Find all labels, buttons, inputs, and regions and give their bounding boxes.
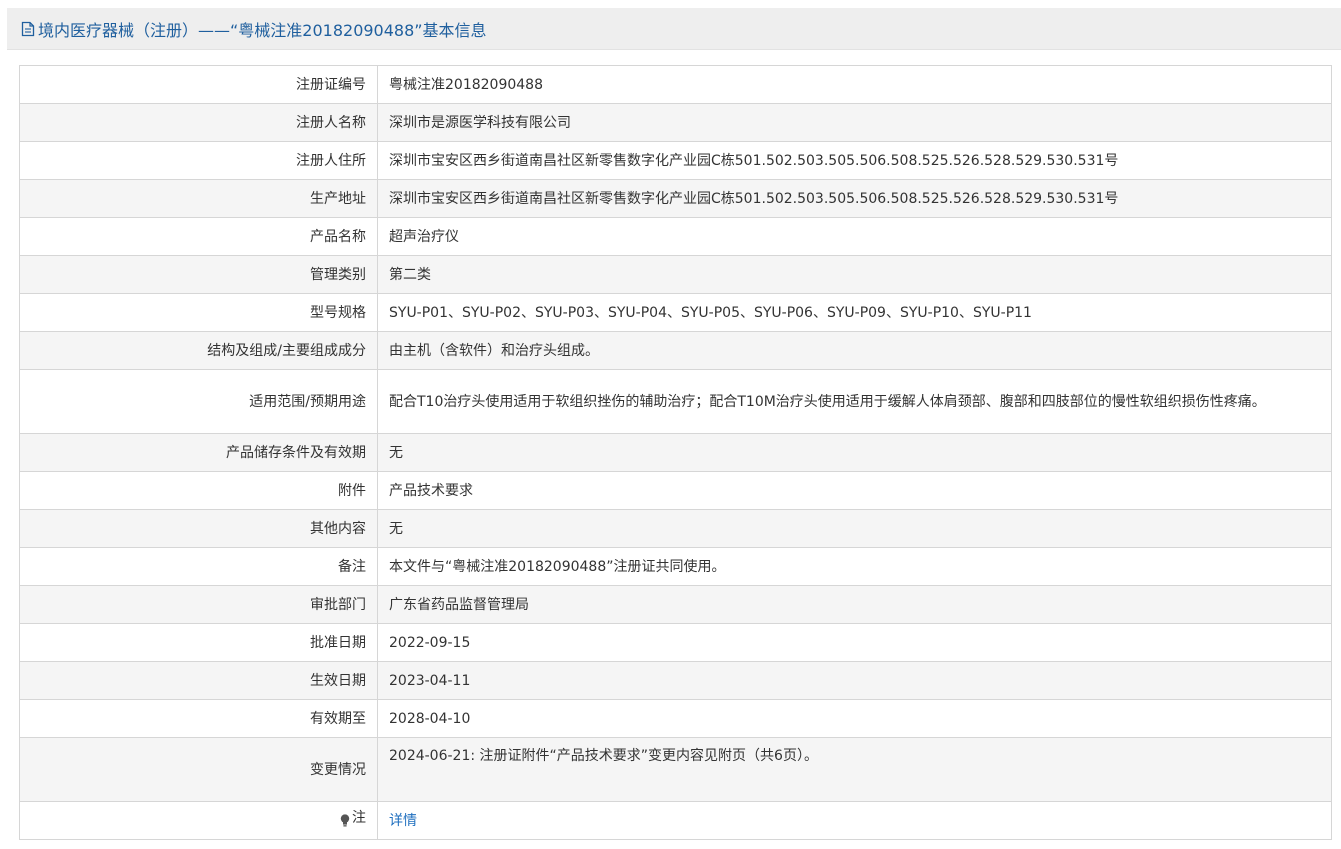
note-label-cell: 注	[19, 801, 378, 840]
row-label: 注册人住所	[19, 141, 378, 180]
row-label: 产品储存条件及有效期	[19, 433, 378, 472]
detail-table: 注册证编号 粤械注准20182090488 注册人名称 深圳市是源医学科技有限公…	[19, 65, 1332, 840]
row-value: 深圳市是源医学科技有限公司	[377, 103, 1332, 142]
row-value: 由主机（含软件）和治疗头组成。	[377, 331, 1332, 370]
note-label-wrap: 注	[340, 806, 366, 830]
document-icon	[21, 21, 35, 37]
row-label: 适用范围/预期用途	[19, 369, 378, 434]
table-row: 附件 产品技术要求	[19, 471, 1332, 510]
row-label: 备注	[19, 547, 378, 586]
row-value: 2023-04-11	[377, 661, 1332, 700]
row-label: 注册证编号	[19, 65, 378, 104]
row-value: 2022-09-15	[377, 623, 1332, 662]
row-value: 粤械注准20182090488	[377, 65, 1332, 104]
row-value: 本文件与“粤械注准20182090488”注册证共同使用。	[377, 547, 1332, 586]
table-row: 产品储存条件及有效期 无	[19, 433, 1332, 472]
table-row: 其他内容 无	[19, 509, 1332, 548]
detail-table-body: 注册证编号 粤械注准20182090488 注册人名称 深圳市是源医学科技有限公…	[19, 65, 1332, 840]
row-label: 管理类别	[19, 255, 378, 294]
table-row: 产品名称 超声治疗仪	[19, 217, 1332, 256]
row-label: 结构及组成/主要组成成分	[19, 331, 378, 370]
table-row: 生产地址 深圳市宝安区西乡街道南昌社区新零售数字化产业园C栋501.502.50…	[19, 179, 1332, 218]
row-label: 产品名称	[19, 217, 378, 256]
row-label: 其他内容	[19, 509, 378, 548]
table-row: 管理类别 第二类	[19, 255, 1332, 294]
page-title: 境内医疗器械（注册）——“粤械注准20182090488”基本信息	[38, 20, 487, 40]
note-value-cell: 详情	[377, 801, 1332, 840]
row-value: 配合T10治疗头使用适用于软组织挫伤的辅助治疗；配合T10M治疗头使用适用于缓解…	[377, 369, 1332, 434]
row-label: 批准日期	[19, 623, 378, 662]
table-row: 注册证编号 粤械注准20182090488	[19, 65, 1332, 104]
row-value: 2028-04-10	[377, 699, 1332, 738]
row-label: 附件	[19, 471, 378, 510]
row-value: 2024-06-21: 注册证附件“产品技术要求”变更内容见附页（共6页）。	[377, 737, 1332, 802]
table-row: 有效期至 2028-04-10	[19, 699, 1332, 738]
page-header: 境内医疗器械（注册）——“粤械注准20182090488”基本信息	[7, 8, 1341, 50]
row-label: 型号规格	[19, 293, 378, 332]
table-row: 型号规格 SYU-P01、SYU-P02、SYU-P03、SYU-P04、SYU…	[19, 293, 1332, 332]
row-value: 深圳市宝安区西乡街道南昌社区新零售数字化产业园C栋501.502.503.505…	[377, 141, 1332, 180]
row-label: 生效日期	[19, 661, 378, 700]
table-row: 适用范围/预期用途 配合T10治疗头使用适用于软组织挫伤的辅助治疗；配合T10M…	[19, 369, 1332, 434]
row-value: 无	[377, 433, 1332, 472]
row-value: 第二类	[377, 255, 1332, 294]
table-row: 结构及组成/主要组成成分 由主机（含软件）和治疗头组成。	[19, 331, 1332, 370]
table-row: 变更情况 2024-06-21: 注册证附件“产品技术要求”变更内容见附页（共6…	[19, 737, 1332, 802]
table-row: 批准日期 2022-09-15	[19, 623, 1332, 662]
row-value: 广东省药品监督管理局	[377, 585, 1332, 624]
details-link[interactable]: 详情	[389, 813, 417, 829]
row-value: 产品技术要求	[377, 471, 1332, 510]
note-label: 注	[352, 809, 366, 826]
page: 境内医疗器械（注册）——“粤械注准20182090488”基本信息 注册证编号 …	[0, 0, 1341, 849]
table-row: 生效日期 2023-04-11	[19, 661, 1332, 700]
lightbulb-icon	[340, 811, 350, 827]
row-label: 生产地址	[19, 179, 378, 218]
table-row: 注册人名称 深圳市是源医学科技有限公司	[19, 103, 1332, 142]
row-label: 变更情况	[19, 737, 378, 802]
note-row: 注 详情	[19, 801, 1332, 840]
row-label: 审批部门	[19, 585, 378, 624]
table-row: 注册人住所 深圳市宝安区西乡街道南昌社区新零售数字化产业园C栋501.502.5…	[19, 141, 1332, 180]
row-value: 超声治疗仪	[377, 217, 1332, 256]
table-row: 备注 本文件与“粤械注准20182090488”注册证共同使用。	[19, 547, 1332, 586]
table-row: 审批部门 广东省药品监督管理局	[19, 585, 1332, 624]
row-value: 无	[377, 509, 1332, 548]
row-value: 深圳市宝安区西乡街道南昌社区新零售数字化产业园C栋501.502.503.505…	[377, 179, 1332, 218]
row-label: 注册人名称	[19, 103, 378, 142]
row-label: 有效期至	[19, 699, 378, 738]
row-value: SYU-P01、SYU-P02、SYU-P03、SYU-P04、SYU-P05、…	[377, 293, 1332, 332]
